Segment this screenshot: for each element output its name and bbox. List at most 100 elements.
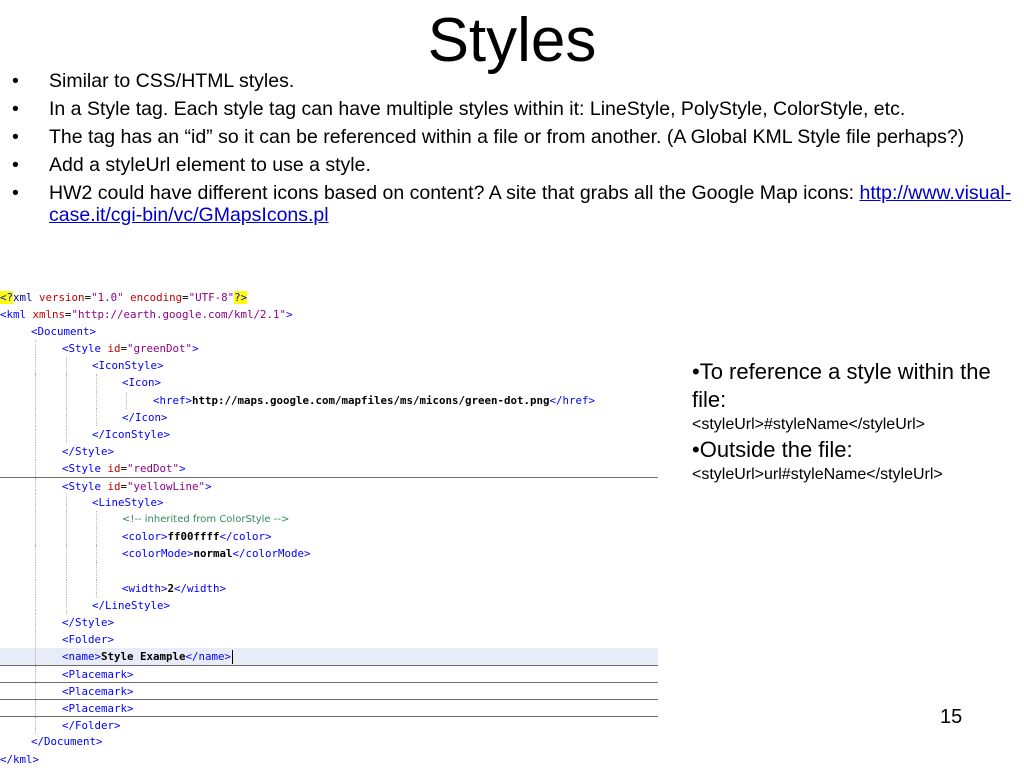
code-text: <kml xmlns="http://earth.google.com/kml/… [0,308,293,322]
kml-code-screenshot: <?xml version="1.0" encoding="UTF-8"?> <… [0,289,658,768]
code-text: <IconStyle> [92,359,164,373]
slide-title: Styles [427,6,597,75]
indent-guide [66,425,67,443]
code-text: <name>Style Example</name> [62,649,234,664]
code-text: </Icon> [122,410,168,424]
code-text: <Placemark> [62,685,134,699]
code-text: <colorMode>normal</colorMode> [122,547,311,561]
code-text: <Placemark> [62,668,134,682]
bullet-text: Similar to CSS/HTML styles. [49,70,295,92]
side-note-outside: •Outside the file: [692,437,853,462]
indent-guide [96,511,97,529]
indent-guide [96,562,97,580]
indent-guide [35,511,36,529]
code-text: </LineStyle> [92,598,171,612]
indent-guide [96,579,97,597]
code-text: </Folder> [62,719,121,733]
indent-guide [35,647,36,666]
code-line: <Style id="redDot"> [0,459,658,478]
indent-guide [35,425,36,443]
bullet-item: • HW2 could have different icons based on… [10,182,1014,226]
code-text: <Folder> [62,632,115,646]
indent-guide [35,596,36,614]
indent-guide [66,374,67,392]
bullet-item: • In a Style tag. Each style tag can have… [10,98,1014,120]
indent-guide [35,613,36,631]
indent-guide [66,511,67,529]
code-text: <Document> [31,325,97,339]
side-notes: •To reference a style within the file: <… [692,358,1017,486]
code-line: <IconStyle> [0,357,658,375]
bullet-dot: • [12,126,19,148]
code-line: </LineStyle> [0,596,658,614]
code-line: </Icon> [0,408,658,426]
indent-guide [66,528,67,546]
bullet-item: • Add a styleUrl element to use a style. [10,154,1014,176]
indent-guide [66,494,67,512]
code-line: <Style id="yellowLine"> [0,477,658,495]
indent-guide [35,562,36,580]
indent-guide [66,562,67,580]
code-line: <Placemark> [0,699,658,717]
code-text: <Icon> [122,376,162,390]
code-line: </Style> [0,613,658,631]
indent-guide [126,391,127,409]
code-text: <href>http://maps.google.com/mapfiles/ms… [153,393,596,407]
code-line: <Style id="greenDot"> [0,340,658,358]
code-line: <href>http://maps.google.com/mapfiles/ms… [0,391,658,409]
code-line: <width>2</width> [0,579,658,597]
code-line: <Placemark> [0,665,658,683]
indent-guide [96,408,97,426]
indent-guide [35,408,36,426]
indent-guide [35,340,36,358]
code-text: </Document> [31,735,103,749]
code-text: </Style> [62,444,115,458]
bullet-item: • The tag has an “id” so it can be refere… [10,126,1014,148]
code-text: <?xml version="1.0" encoding="UTF-8"?> [0,291,248,304]
indent-guide [35,391,36,409]
indent-guide [96,391,97,409]
code-line: </Folder> [0,716,658,734]
code-text: <width>2</width> [122,581,227,595]
side-note-within: •To reference a style within the file: [692,359,991,412]
code-text: <Style id="yellowLine"> [62,480,212,494]
code-line: </IconStyle> [0,425,658,443]
bullet-text: In a Style tag. Each style tag can have … [49,98,906,120]
indent-guide [66,408,67,426]
indent-guide [35,683,36,700]
code-line: <Icon> [0,374,658,392]
bullet-dot: • [12,182,19,204]
indent-guide [35,494,36,512]
code-text: </Style> [62,615,115,629]
code-line: <colorMode>normal</colorMode> [0,545,658,563]
indent-guide [35,545,36,563]
indent-guide [35,528,36,546]
code-line [0,562,658,580]
indent-guide [66,357,67,375]
code-line-current: <name>Style Example</name> [0,647,658,666]
code-line: <Placemark> [0,682,658,700]
indent-guide [35,374,36,392]
code-text: </IconStyle> [92,427,171,441]
indent-guide [35,442,36,460]
code-line: <!-- inherited from ColorStyle --> [0,511,658,529]
bullet-item: • Similar to CSS/HTML styles. [10,70,1014,92]
side-note-within-example: <styleUrl>#styleName</styleUrl> [692,416,925,433]
code-line: <color>ff00ffff</color> [0,528,658,546]
code-line: <LineStyle> [0,494,658,512]
code-text: <Style id="greenDot"> [62,342,199,356]
indent-guide [35,717,36,734]
indent-guide [66,596,67,614]
bullet-dot: • [12,98,19,120]
indent-guide [96,545,97,563]
side-note-outside-example: <styleUrl>url#styleName</styleUrl> [692,466,943,483]
code-line: <?xml version="1.0" encoding="UTF-8"?> [0,289,658,306]
page-number: 15 [940,706,963,728]
text-caret [232,649,234,664]
code-line: </kml> [0,751,658,768]
bullet-text: Add a styleUrl element to use a style. [49,154,371,176]
indent-guide [96,374,97,392]
indent-guide [66,391,67,409]
indent-guide [96,528,97,546]
code-comment: <!-- inherited from ColorStyle --> [122,514,290,526]
